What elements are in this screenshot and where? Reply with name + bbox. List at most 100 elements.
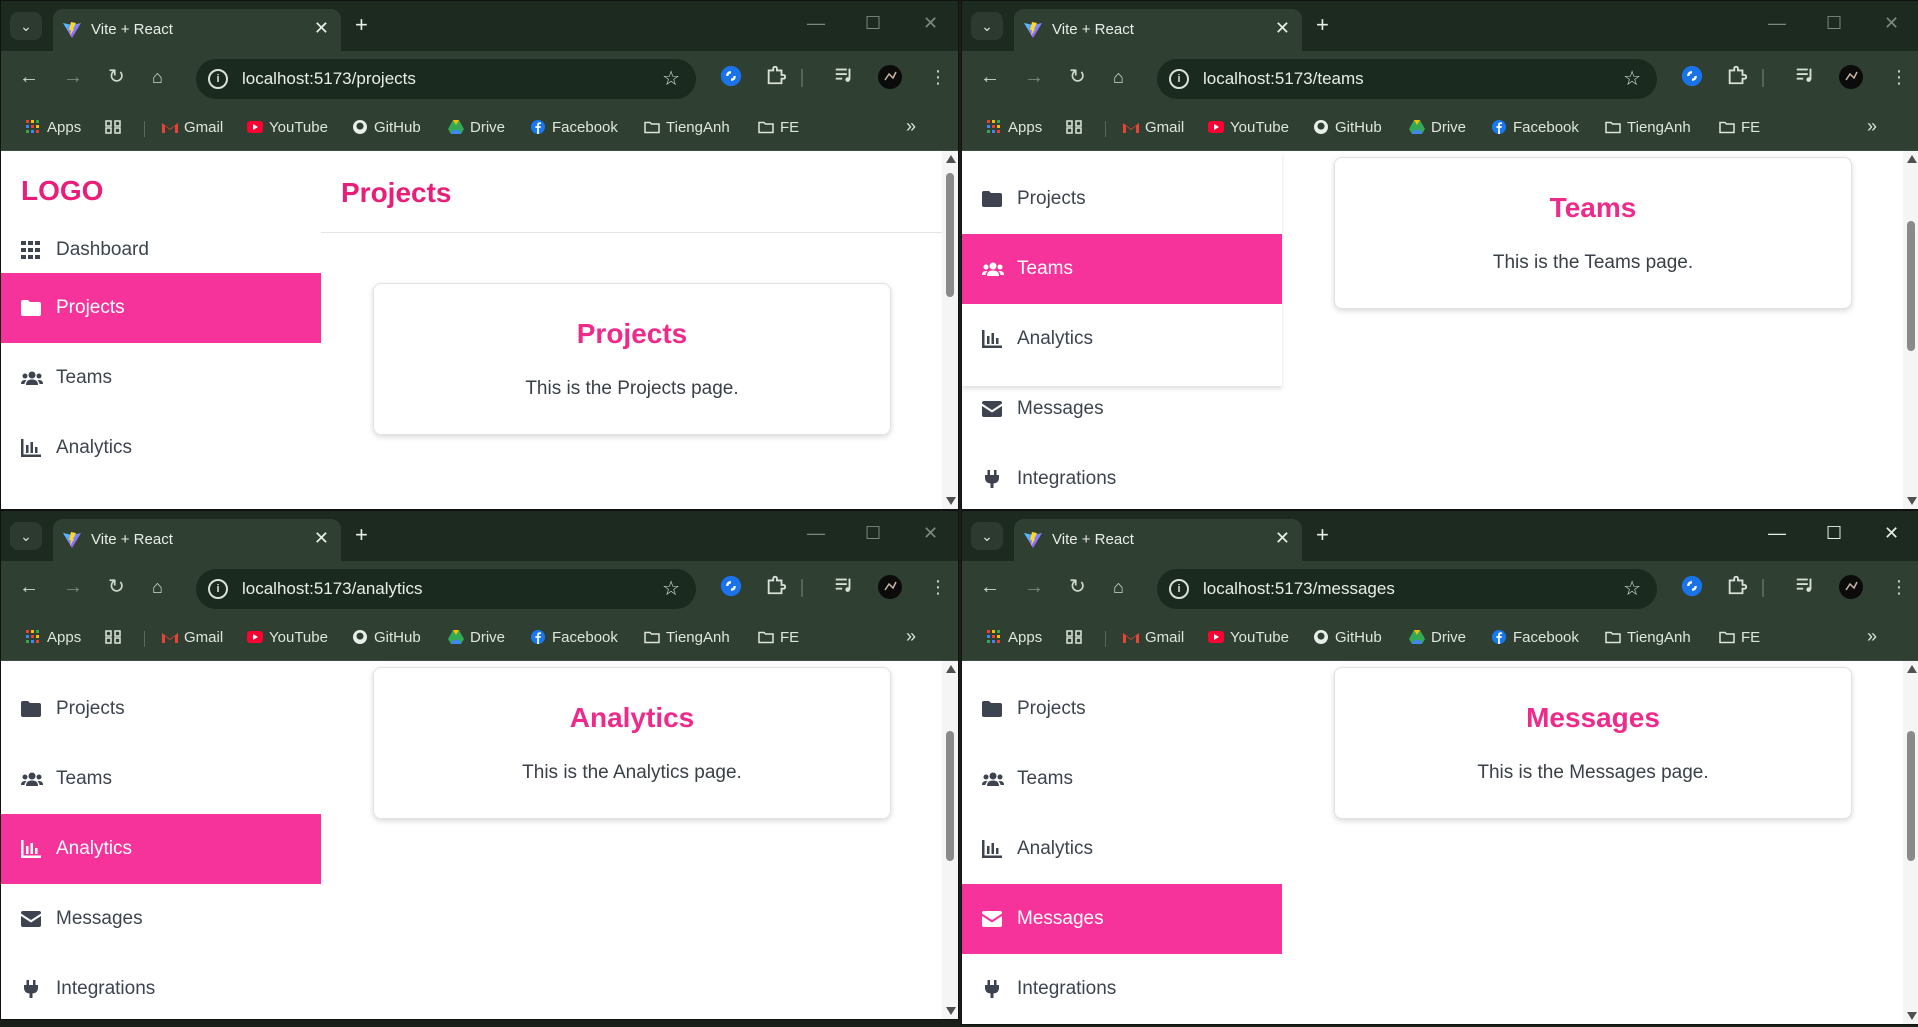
browser-tab[interactable]: Vite + React ✕	[53, 519, 341, 561]
close-tab-icon[interactable]: ✕	[314, 18, 329, 39]
sidebar-item-analytics[interactable]: Analytics	[1, 413, 321, 483]
bookmark-drive[interactable]: Drive	[448, 629, 505, 646]
vertical-scrollbar[interactable]	[1903, 661, 1918, 1024]
sidebar-item-projects[interactable]: Projects	[962, 164, 1282, 234]
media-queue-icon[interactable]	[1794, 64, 1820, 90]
media-queue-icon[interactable]	[1794, 574, 1820, 600]
forward-arrow-icon[interactable]: →	[1024, 65, 1044, 89]
bookmark-apps[interactable]: Apps	[25, 119, 81, 136]
extensions-puzzle-icon[interactable]	[1726, 64, 1752, 90]
minimize-window-icon[interactable]: —	[807, 523, 825, 544]
media-queue-icon[interactable]	[833, 574, 859, 600]
sidebar-item-messages[interactable]: Messages	[962, 884, 1282, 954]
reload-icon[interactable]: ↻	[108, 575, 125, 599]
bookmark-facebook[interactable]: Facebook	[1491, 119, 1579, 136]
scrollbar-thumb[interactable]	[946, 173, 954, 297]
bookmark-facebook[interactable]: Facebook	[1491, 629, 1579, 646]
minimize-window-icon[interactable]: —	[807, 13, 825, 34]
sidebar-item-analytics[interactable]: Analytics	[1, 814, 321, 884]
scrollbar-thumb[interactable]	[1907, 731, 1915, 861]
back-arrow-icon[interactable]: ←	[19, 65, 39, 89]
bookmark-gmail[interactable]: Gmail	[162, 629, 223, 646]
bookmark-tienganh[interactable]: TiengAnh	[644, 119, 730, 136]
new-tab-button[interactable]: +	[1316, 522, 1329, 548]
extensions-puzzle-icon[interactable]	[765, 64, 791, 90]
site-info-icon[interactable]: i	[1169, 69, 1189, 89]
scroll-up-arrow-icon[interactable]	[1907, 155, 1917, 163]
bookmark-drive[interactable]: Drive	[448, 119, 505, 136]
bookmark-apps[interactable]: Apps	[986, 119, 1042, 136]
sidebar-item-integrations[interactable]: Integrations	[962, 444, 1282, 509]
close-window-icon[interactable]: ✕	[923, 13, 938, 34]
maximize-window-icon[interactable]: ☐	[865, 13, 881, 34]
bookmark-youtube[interactable]: YouTube	[1208, 119, 1289, 136]
browser-tab[interactable]: Vite + React ✕	[1014, 9, 1302, 51]
bookmark-tienganh[interactable]: TiengAnh	[1605, 629, 1691, 646]
tab-groups-icon[interactable]	[1066, 629, 1088, 646]
bookmark-star-icon[interactable]: ☆	[1623, 66, 1641, 91]
scroll-up-arrow-icon[interactable]	[946, 155, 956, 163]
bookmark-star-icon[interactable]: ☆	[1623, 576, 1641, 601]
tab-search-button[interactable]: ⌄	[10, 522, 42, 550]
close-tab-icon[interactable]: ✕	[1275, 18, 1290, 39]
address-bar[interactable]: i localhost:5173/teams ☆	[1157, 59, 1657, 99]
sidebar-item-projects[interactable]: Projects	[1, 674, 321, 744]
more-options-icon[interactable]: ⋮	[1890, 65, 1908, 89]
profile-avatar[interactable]	[1838, 574, 1864, 600]
sidebar-item-teams[interactable]: Teams	[1, 744, 321, 814]
bookmark-youtube[interactable]: YouTube	[247, 119, 328, 136]
tab-search-button[interactable]: ⌄	[10, 12, 42, 40]
maximize-window-icon[interactable]: ☐	[1826, 13, 1842, 34]
scrollbar-thumb[interactable]	[946, 731, 954, 861]
profile-avatar[interactable]	[877, 574, 903, 600]
bookmark-youtube[interactable]: YouTube	[247, 629, 328, 646]
bookmark-github[interactable]: GitHub	[1313, 119, 1382, 136]
sidebar-item-projects[interactable]: Projects	[1, 273, 321, 343]
minimize-window-icon[interactable]: —	[1768, 13, 1786, 34]
address-bar[interactable]: i localhost:5173/messages ☆	[1157, 569, 1657, 609]
close-tab-icon[interactable]: ✕	[314, 528, 329, 549]
address-bar[interactable]: i localhost:5173/analytics ☆	[196, 569, 696, 609]
more-bookmarks-icon[interactable]: »	[906, 116, 916, 137]
bookmark-apps[interactable]: Apps	[986, 629, 1042, 646]
sidebar-item-analytics[interactable]: Analytics	[962, 814, 1282, 884]
scroll-up-arrow-icon[interactable]	[946, 665, 956, 673]
home-icon[interactable]: ⌂	[1113, 65, 1124, 89]
maximize-window-icon[interactable]: ☐	[1826, 523, 1842, 544]
maximize-window-icon[interactable]: ☐	[865, 523, 881, 544]
sidebar-item-messages[interactable]: Messages	[962, 374, 1282, 444]
more-options-icon[interactable]: ⋮	[929, 65, 947, 89]
tab-groups-icon[interactable]	[105, 119, 127, 136]
new-tab-button[interactable]: +	[355, 12, 368, 38]
scroll-down-arrow-icon[interactable]	[946, 497, 956, 505]
bookmark-facebook[interactable]: Facebook	[530, 629, 618, 646]
more-bookmarks-icon[interactable]: »	[906, 626, 916, 647]
bookmark-github[interactable]: GitHub	[352, 119, 421, 136]
browser-tab[interactable]: Vite + React ✕	[53, 9, 341, 51]
extensions-puzzle-icon[interactable]	[765, 574, 791, 600]
more-options-icon[interactable]: ⋮	[929, 575, 947, 599]
bookmark-fe[interactable]: FE	[758, 629, 799, 646]
bookmark-github[interactable]: GitHub	[1313, 629, 1382, 646]
bookmark-drive[interactable]: Drive	[1409, 629, 1466, 646]
sidebar-item-teams[interactable]: Teams	[1, 343, 321, 413]
bookmark-star-icon[interactable]: ☆	[662, 576, 680, 601]
bookmark-fe[interactable]: FE	[758, 119, 799, 136]
reload-icon[interactable]: ↻	[108, 65, 125, 89]
tab-groups-icon[interactable]	[105, 629, 127, 646]
site-info-icon[interactable]: i	[208, 69, 228, 89]
more-options-icon[interactable]: ⋮	[1890, 575, 1908, 599]
close-tab-icon[interactable]: ✕	[1275, 528, 1290, 549]
scrollbar-thumb[interactable]	[1907, 221, 1915, 351]
shazam-extension-icon[interactable]	[719, 574, 745, 600]
bookmark-facebook[interactable]: Facebook	[530, 119, 618, 136]
bookmark-gmail[interactable]: Gmail	[162, 119, 223, 136]
close-window-icon[interactable]: ✕	[1884, 523, 1899, 544]
close-window-icon[interactable]: ✕	[923, 523, 938, 544]
new-tab-button[interactable]: +	[355, 522, 368, 548]
home-icon[interactable]: ⌂	[1113, 575, 1124, 599]
new-tab-button[interactable]: +	[1316, 12, 1329, 38]
shazam-extension-icon[interactable]	[1680, 64, 1706, 90]
tab-search-button[interactable]: ⌄	[971, 522, 1003, 550]
site-info-icon[interactable]: i	[1169, 579, 1189, 599]
